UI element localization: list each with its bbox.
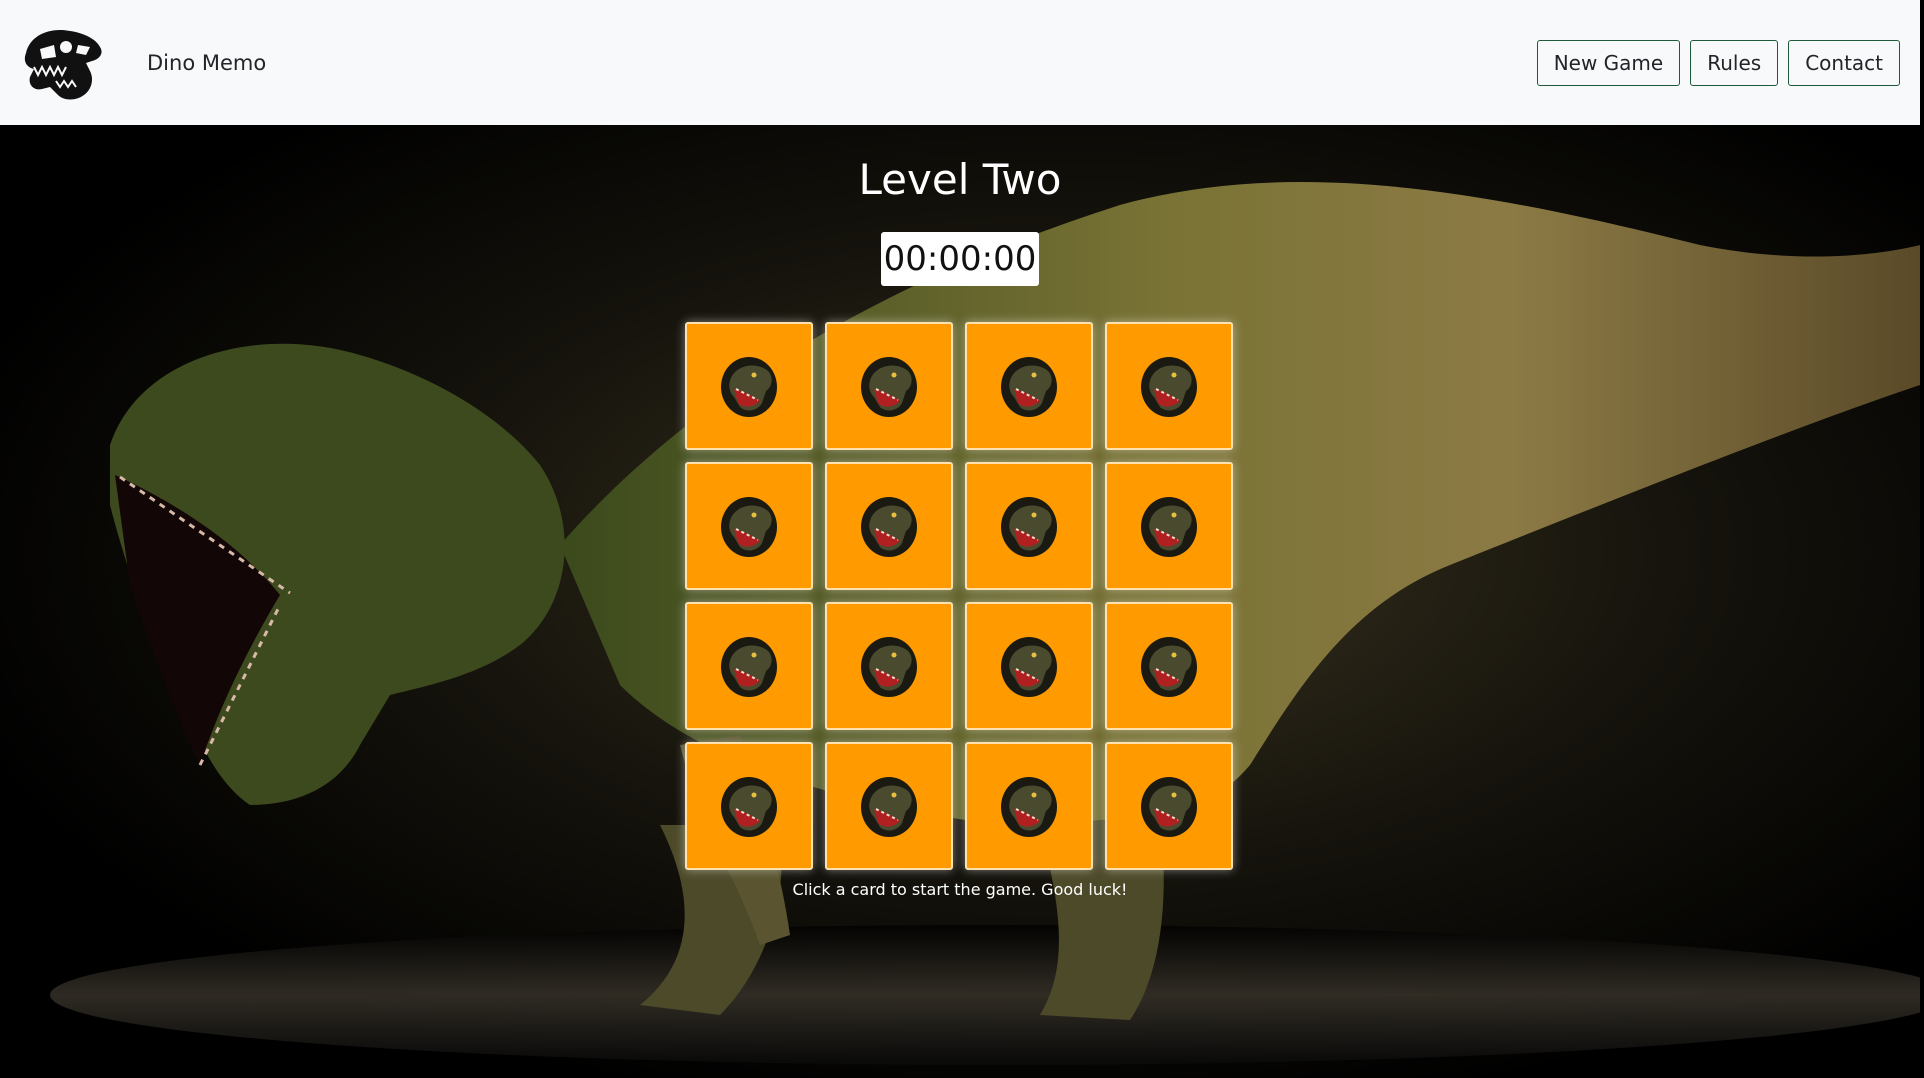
memory-card[interactable] (825, 322, 953, 450)
t-rex-head-icon (861, 497, 917, 557)
memory-card[interactable] (685, 602, 813, 730)
t-rex-head-icon (721, 497, 777, 557)
game-timer: 00:00:00 (881, 232, 1039, 286)
t-rex-head-icon (1001, 357, 1057, 417)
game-hint: Click a card to start the game. Good luc… (792, 880, 1128, 899)
memory-card[interactable] (1105, 742, 1233, 870)
nav-buttons: New Game Rules Contact (1536, 39, 1900, 86)
t-rex-head-icon (1141, 497, 1197, 557)
t-rex-head-icon (1141, 777, 1197, 837)
t-rex-head-icon (1001, 497, 1057, 557)
memory-card[interactable] (1105, 462, 1233, 590)
memory-card[interactable] (965, 462, 1093, 590)
memory-card[interactable] (1105, 322, 1233, 450)
t-rex-head-icon (1141, 637, 1197, 697)
new-game-button[interactable]: New Game (1536, 39, 1681, 86)
t-rex-head-icon (861, 777, 917, 837)
t-rex-head-icon (721, 357, 777, 417)
memory-card[interactable] (685, 322, 813, 450)
memory-card[interactable] (1105, 602, 1233, 730)
memory-card[interactable] (825, 602, 953, 730)
contact-button[interactable]: Contact (1788, 39, 1900, 86)
t-rex-head-icon (721, 777, 777, 837)
t-rex-head-icon (1141, 357, 1197, 417)
t-rex-head-icon (1001, 637, 1057, 697)
t-rex-head-icon (861, 637, 917, 697)
game-area: Level Two 00:00:00 Click a card to start… (0, 125, 1920, 1078)
rules-button[interactable]: Rules (1690, 39, 1779, 86)
t-rex-head-icon (721, 637, 777, 697)
brand-name[interactable]: Dino Memo (147, 51, 266, 75)
card-grid (685, 322, 1235, 870)
t-rex-head-icon (1001, 777, 1057, 837)
memory-card[interactable] (965, 742, 1093, 870)
memory-card[interactable] (965, 322, 1093, 450)
level-title: Level Two (858, 155, 1062, 204)
memory-card[interactable] (965, 602, 1093, 730)
memory-card[interactable] (825, 742, 953, 870)
memory-card[interactable] (685, 462, 813, 590)
navbar: Dino Memo New Game Rules Contact (0, 0, 1920, 125)
t-rex-head-icon (861, 357, 917, 417)
memory-card[interactable] (825, 462, 953, 590)
memory-card[interactable] (685, 742, 813, 870)
dino-skull-icon[interactable] (20, 23, 105, 103)
